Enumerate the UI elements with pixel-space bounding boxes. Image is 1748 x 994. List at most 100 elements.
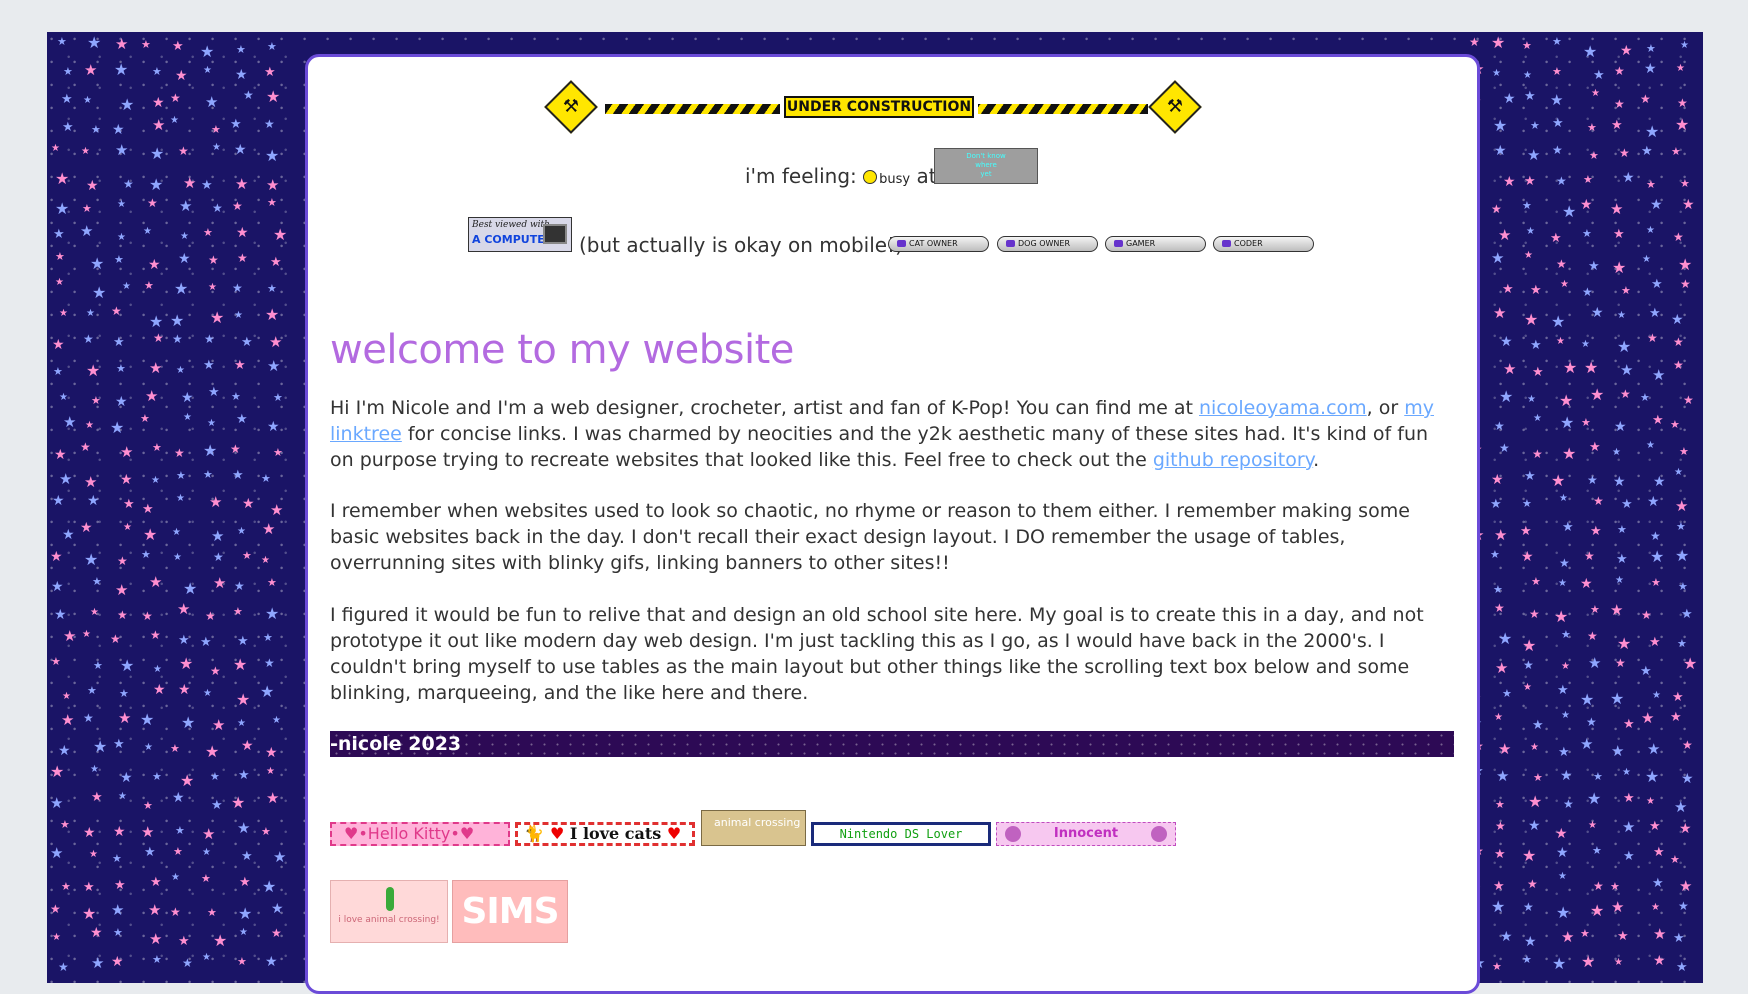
banner-label: i love animal crossing!	[338, 915, 440, 925]
coder-badge[interactable]: CODER	[1213, 236, 1314, 252]
star-icon: ★	[87, 493, 100, 509]
star-icon: ★	[267, 40, 277, 53]
star-icon: ★	[111, 901, 125, 919]
star-icon: ★	[114, 878, 126, 893]
star-icon: ★	[210, 664, 221, 678]
star-icon: ★	[1561, 628, 1571, 641]
star-icon: ★	[237, 718, 246, 729]
star-icon: ★	[82, 904, 97, 923]
star-icon: ★	[261, 555, 270, 566]
intro-text: , or	[1366, 397, 1405, 419]
intro-text: Hi I'm Nicole and I'm a web designer, cr…	[330, 397, 1200, 419]
star-icon: ★	[1678, 580, 1688, 593]
star-icon: ★	[237, 251, 248, 265]
star-icon: ★	[1522, 953, 1532, 966]
star-icon: ★	[265, 305, 280, 324]
star-icon: ★	[50, 549, 63, 565]
star-icon: ★	[236, 225, 249, 241]
star-icon: ★	[58, 960, 69, 974]
star-icon: ★	[1560, 279, 1569, 290]
star-icon: ★	[1491, 249, 1505, 267]
star-icon: ★	[1562, 520, 1574, 535]
star-icon: ★	[1610, 200, 1624, 218]
star-icon: ★	[1682, 197, 1695, 213]
cat-owner-badge[interactable]: CAT OWNER	[888, 236, 989, 252]
star-icon: ★	[113, 824, 126, 840]
banner-label: SIMS	[461, 891, 559, 932]
star-icon: ★	[152, 441, 162, 454]
github-repository-link[interactable]: github repository	[1153, 449, 1313, 471]
star-icon: ★	[1679, 877, 1693, 895]
star-icon: ★	[178, 633, 190, 648]
gamer-badge[interactable]: GAMER	[1105, 236, 1206, 252]
star-icon: ★	[115, 141, 129, 159]
devil-face-icon	[1005, 826, 1021, 842]
star-icon: ★	[1532, 718, 1544, 733]
star-icon: ★	[123, 522, 132, 533]
star-icon: ★	[1491, 897, 1506, 916]
page-title: welcome to my website	[330, 327, 794, 373]
star-icon: ★	[1528, 818, 1541, 834]
star-icon: ★	[1593, 770, 1603, 783]
star-icon: ★	[1530, 338, 1542, 353]
star-icon: ★	[1588, 259, 1600, 274]
star-icon: ★	[1556, 174, 1567, 188]
sims-banner[interactable]: SIMS	[452, 880, 568, 943]
nintendo-ds-lover-banner[interactable]: Nintendo DS Lover	[811, 822, 991, 846]
star-icon: ★	[203, 441, 218, 460]
best-viewed-badge[interactable]: Best viewed with A COMPUTER	[468, 217, 572, 252]
star-icon: ★	[1580, 690, 1595, 709]
star-icon: ★	[178, 251, 191, 267]
star-icon: ★	[1562, 444, 1577, 463]
star-icon: ★	[1500, 334, 1513, 350]
star-icon: ★	[62, 691, 71, 702]
star-icon: ★	[117, 554, 128, 568]
star-icon: ★	[265, 604, 280, 623]
star-icon: ★	[51, 655, 61, 668]
star-icon: ★	[231, 793, 246, 812]
star-icon: ★	[61, 711, 75, 729]
star-icon: ★	[1492, 68, 1501, 79]
star-icon: ★	[270, 501, 284, 519]
star-icon: ★	[1675, 546, 1690, 565]
star-icon: ★	[1622, 767, 1631, 778]
star-icon: ★	[1641, 709, 1655, 727]
star-icon: ★	[1491, 202, 1502, 216]
star-icon: ★	[1617, 337, 1632, 356]
star-icon: ★	[243, 88, 254, 102]
star-icon: ★	[1559, 391, 1574, 410]
star-icon: ★	[210, 308, 225, 327]
star-icon: ★	[152, 116, 166, 134]
star-icon: ★	[122, 281, 131, 292]
star-icon: ★	[1524, 250, 1533, 261]
star-icon: ★	[233, 655, 248, 674]
star-icon: ★	[177, 600, 191, 618]
star-icon: ★	[1620, 387, 1631, 401]
innocent-banner[interactable]: Innocent	[996, 822, 1176, 846]
star-icon: ★	[123, 177, 134, 191]
star-icon: ★	[1646, 225, 1655, 236]
star-icon: ★	[205, 93, 219, 111]
dog-owner-badge[interactable]: DOG OWNER	[997, 236, 1098, 252]
star-icon: ★	[205, 609, 216, 623]
star-icon: ★	[85, 420, 94, 431]
star-icon: ★	[1523, 70, 1532, 81]
animal-crossing-banner[interactable]: animal crossing	[701, 810, 806, 846]
i-love-cats-banner[interactable]: 🐈 ♥ I love cats ♥	[515, 822, 695, 846]
star-icon: ★	[115, 581, 129, 599]
star-icon: ★	[1551, 312, 1566, 331]
star-icon: ★	[211, 527, 225, 545]
star-icon: ★	[1524, 934, 1537, 950]
star-icon: ★	[1646, 178, 1656, 191]
star-icon: ★	[266, 87, 281, 106]
star-icon: ★	[1560, 413, 1575, 432]
star-icon: ★	[1590, 524, 1602, 539]
star-icon: ★	[1498, 740, 1512, 758]
nicoleoyama-link[interactable]: nicoleoyama.com	[1199, 397, 1367, 419]
star-icon: ★	[181, 713, 196, 732]
star-icon: ★	[241, 335, 253, 350]
star-icon: ★	[1676, 960, 1688, 975]
hello-kitty-banner[interactable]: ♥•Hello Kitty•♥	[330, 822, 510, 846]
i-love-animal-crossing-banner[interactable]: i love animal crossing!	[330, 880, 448, 943]
star-icon: ★	[1528, 792, 1543, 811]
